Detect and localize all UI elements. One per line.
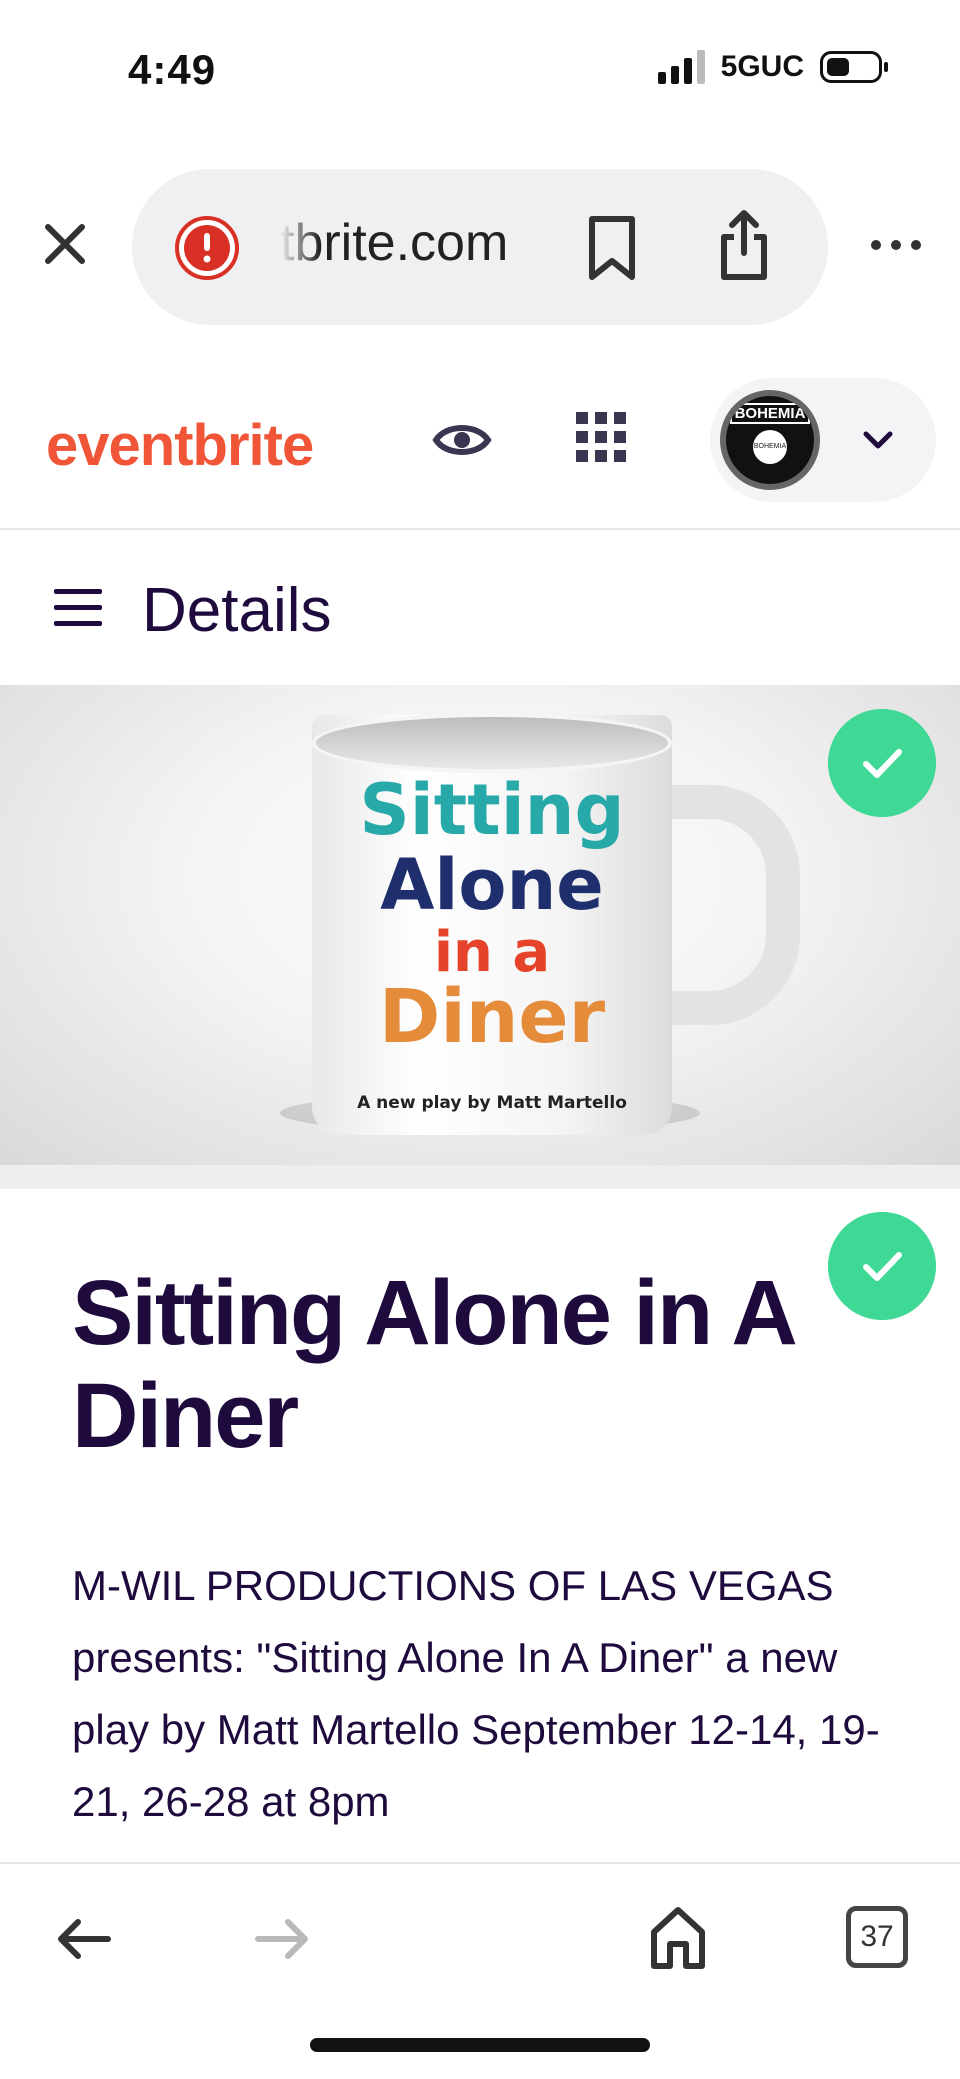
chevron-down-icon[interactable] <box>860 428 896 452</box>
details-title: Details <box>142 576 332 645</box>
status-time: 4:49 <box>128 46 217 93</box>
battery-icon <box>820 51 888 83</box>
back-arrow-icon[interactable] <box>54 1914 112 1964</box>
details-bar: Details <box>0 533 960 685</box>
home-icon[interactable] <box>648 1904 708 1970</box>
eye-icon[interactable] <box>432 418 492 462</box>
signal-icon <box>657 50 705 84</box>
mug-rim <box>312 713 672 773</box>
address-bar[interactable]: tbrite.com <box>132 169 828 325</box>
avatar[interactable]: BOHEMIA BOHEMIA <box>720 390 820 490</box>
network-type: 5GUC <box>720 50 804 83</box>
mug-byline: A new play by Matt Martello <box>357 1093 627 1113</box>
apps-grid-icon[interactable] <box>574 410 628 464</box>
home-indicator[interactable] <box>310 2038 650 2052</box>
mug-handle <box>650 785 800 1025</box>
mug-image: Sitting Alone in a Diner A new play by M… <box>312 713 800 1135</box>
status-bar: 4:49 5GUC <box>0 0 960 140</box>
event-hero-image[interactable]: Sitting Alone in a Diner A new play by M… <box>0 685 960 1165</box>
mug-text-line-1: Sitting <box>359 769 625 851</box>
bookmark-icon[interactable] <box>582 213 642 283</box>
mug-text-line-2: Alone <box>380 844 604 926</box>
event-summary: M-WIL PRODUCTIONS OF LAS VEGAS presents:… <box>72 1562 880 1825</box>
url-fade <box>280 199 320 289</box>
avatar-inner-label: BOHEMIA <box>753 429 787 464</box>
tabs-button[interactable]: 37 <box>846 1906 908 1968</box>
share-icon[interactable] <box>714 207 774 283</box>
browser-bottom-toolbar: 37 <box>0 1862 960 2079</box>
more-options-icon[interactable] <box>866 225 926 265</box>
eventbrite-header: eventbrite BOHEMIA BOHEMIA <box>0 370 960 530</box>
browser-toolbar: tbrite.com <box>0 165 960 325</box>
event-title: Sitting Alone in A Diner <box>72 1262 794 1468</box>
security-warning-icon[interactable] <box>174 215 240 281</box>
avatar-label: BOHEMIA <box>729 402 811 424</box>
mug-text-line-4: Diner <box>378 974 606 1060</box>
eventbrite-logo[interactable]: eventbrite <box>46 412 314 479</box>
hamburger-menu-icon[interactable] <box>52 585 104 631</box>
mug-text-line-3: in a <box>433 920 551 985</box>
account-menu[interactable]: BOHEMIA BOHEMIA <box>710 378 936 502</box>
section-divider <box>0 1165 960 1189</box>
close-icon[interactable] <box>36 215 94 273</box>
check-icon <box>828 709 936 817</box>
status-indicators: 5GUC <box>657 50 888 84</box>
forward-arrow-icon[interactable] <box>254 1914 312 1964</box>
